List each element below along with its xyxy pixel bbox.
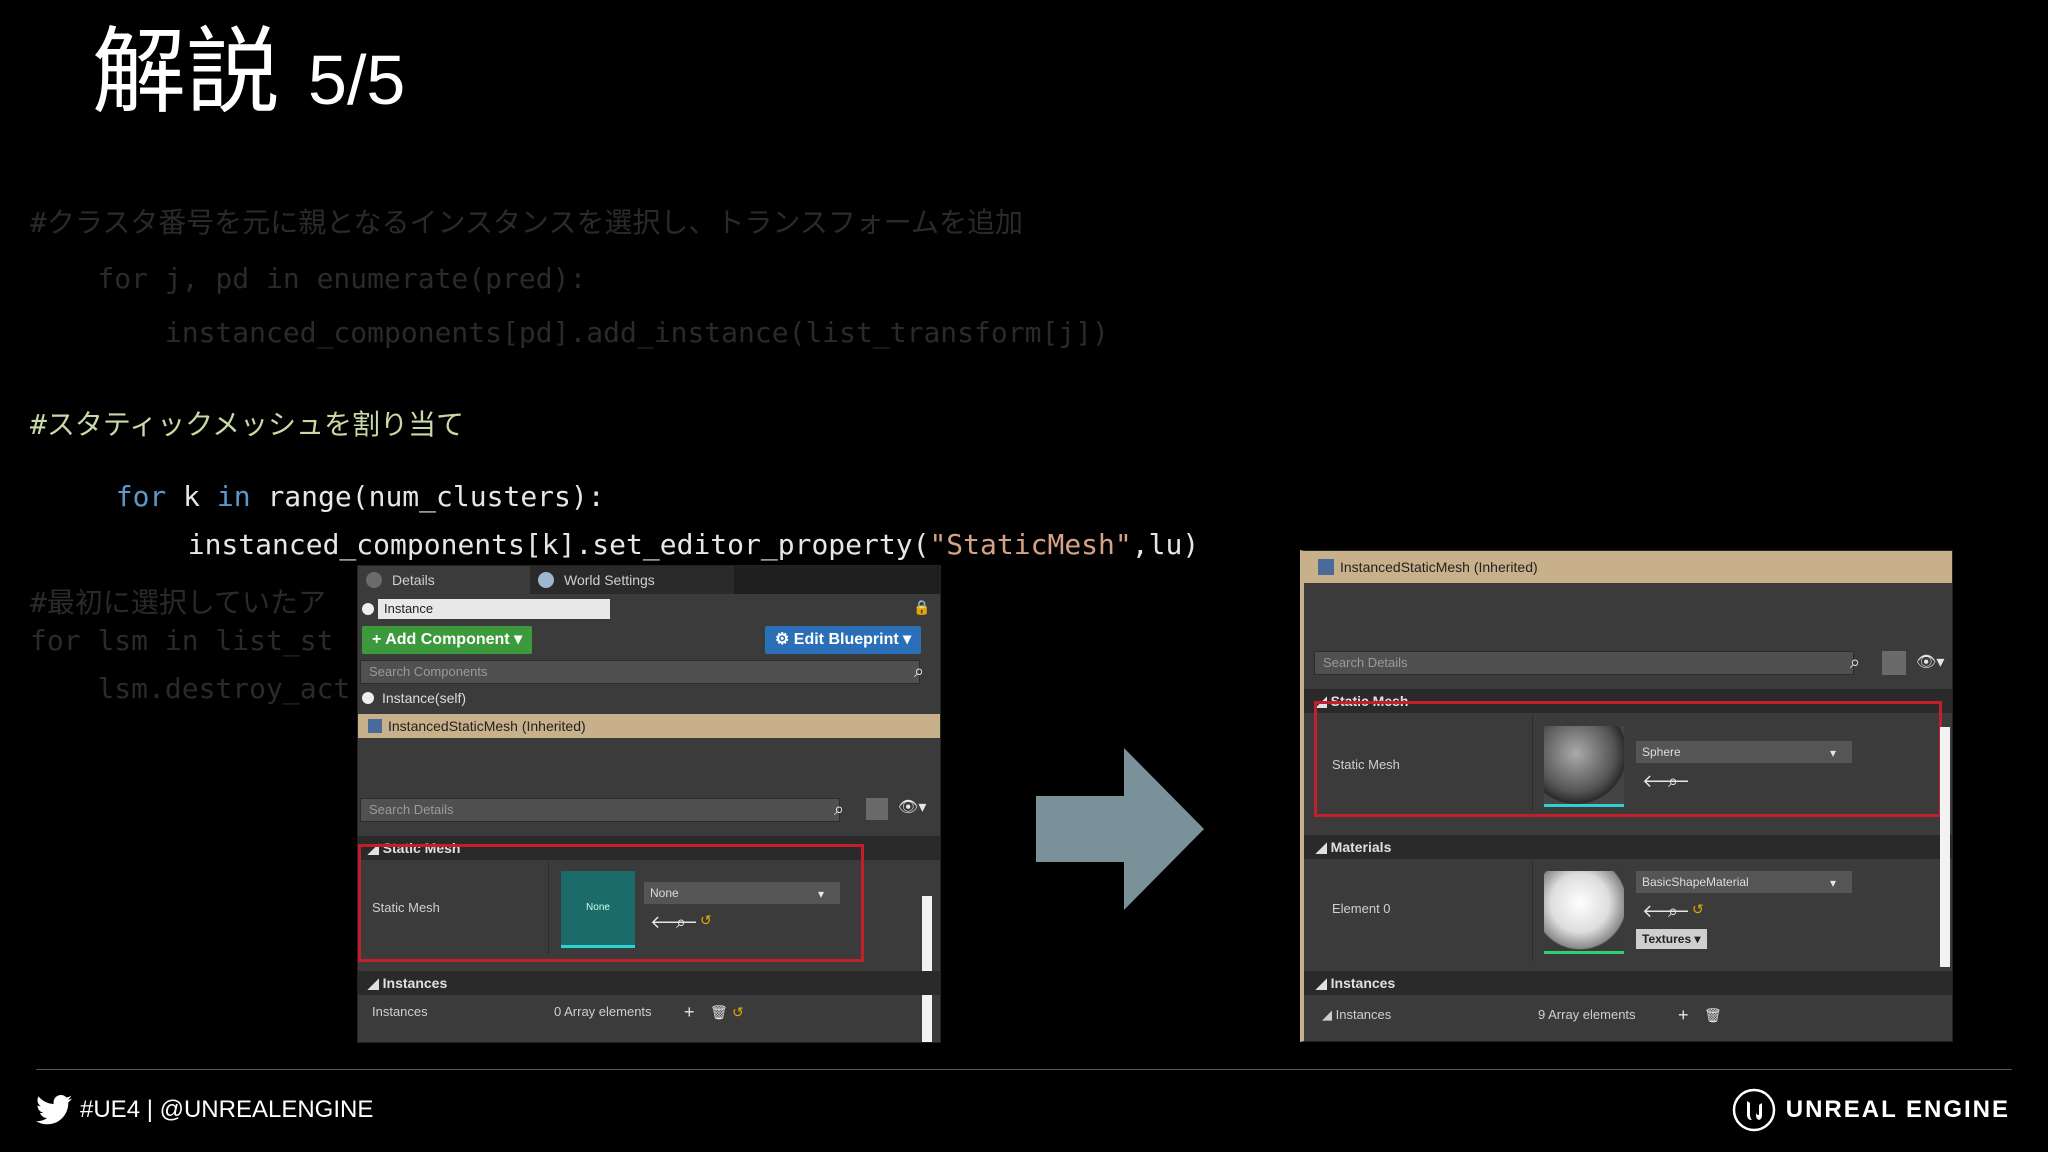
instances-label-after[interactable]: ◢ Instances [1304, 1003, 1482, 1027]
material-dropdown[interactable]: BasicShapeMaterial [1636, 871, 1852, 893]
component-row-ism[interactable]: InstancedStaticMesh (Inherited) [358, 714, 940, 738]
mesh-component-icon [368, 719, 382, 733]
material-reset-icon[interactable]: ↺ [1692, 899, 1704, 919]
code-call-suffix: ,lu) [1131, 528, 1200, 561]
footer-divider [36, 1069, 2012, 1070]
footer-brand: UNREAL ENGINE [1732, 1088, 2010, 1132]
grid-view-icon[interactable] [866, 798, 888, 820]
material-dropdown-chevron-icon[interactable]: ▾ [1830, 873, 1836, 893]
material-thumbnail-underline [1544, 951, 1624, 954]
twitter-bird-icon [36, 1095, 72, 1125]
highlight-box-static-mesh [358, 844, 864, 962]
trash-icon-after[interactable]: 🗑 [1704, 1005, 1722, 1025]
search-icon[interactable]: ⌕ [914, 661, 924, 681]
add-element-icon[interactable]: + [684, 1002, 695, 1022]
title-japanese: 解説 [92, 18, 281, 127]
details-panel-before: Details World Settings Instance 🔒 + Add … [357, 565, 941, 1043]
tab-world-settings[interactable]: World Settings [530, 566, 734, 594]
unreal-engine-logo-icon [1732, 1088, 1775, 1132]
search-details-input[interactable]: Search Details [360, 798, 840, 822]
instances-array-count-after: 9 Array elements [1538, 1007, 1636, 1022]
code-faded-bottom-3: lsm.destroy_act [30, 672, 351, 705]
code-comment-assign-mesh: #スタティックメッシュを割り当て [30, 408, 465, 441]
code-faded-line-1: #クラスタ番号を元に親となるインスタンスを選択し、トランスフォームを追加 [30, 206, 1023, 239]
reset-instances-icon[interactable]: ↺ [732, 1002, 744, 1022]
footer-brand-text: UNREAL ENGINE [1785, 1096, 2010, 1123]
eye-icon-after[interactable]: 👁▾ [1916, 653, 1944, 673]
instances-array-count: 0 Array elements [554, 1004, 652, 1019]
tab-details-label: Details [392, 572, 435, 588]
globe-icon [538, 572, 554, 588]
lock-icon[interactable]: 🔒 [913, 597, 930, 617]
instance-self-label: Instance(self) [382, 690, 467, 706]
search-details-input-after[interactable]: Search Details [1314, 651, 1854, 675]
search-components-input[interactable]: Search Components [360, 660, 920, 684]
actor-icon [362, 603, 374, 615]
details-tab-icon [366, 572, 382, 588]
add-component-button[interactable]: + Add Component ▾ [362, 626, 533, 654]
ism-inherited-label: InstancedStaticMesh (Inherited) [388, 718, 586, 734]
add-element-icon-after[interactable]: + [1678, 1005, 1689, 1025]
instance-name-field[interactable]: Instance [378, 599, 610, 619]
slide-title: 解説 5/5 [92, 18, 405, 128]
scrollbar-after[interactable] [1940, 727, 1950, 967]
column-divider-materials [1532, 861, 1533, 961]
search-details-icon-after[interactable]: ⌕ [1850, 652, 1860, 672]
code-faded-line-2: for j, pd in enumerate(pred): [30, 262, 587, 295]
arrow-right-icon [1036, 748, 1204, 910]
arrow-shape [1036, 748, 1204, 910]
material-thumbnail[interactable] [1544, 871, 1624, 951]
component-row-ism-after[interactable]: InstancedStaticMesh (Inherited) [1304, 551, 1952, 583]
search-details-icon[interactable]: ⌕ [834, 799, 844, 819]
tab-world-label: World Settings [564, 572, 655, 588]
instances-label: Instances [372, 1004, 428, 1019]
code-faded-bottom-1: #最初に選択していたア [30, 586, 327, 619]
code-faded-line-3: instanced_components[pd].add_instance(li… [30, 316, 1109, 349]
code-call-prefix: instanced_components[k].set_editor_prope… [187, 528, 930, 561]
instances-section-header[interactable]: ◢ Instances [358, 971, 940, 995]
code-string-staticmesh: "StaticMesh" [929, 528, 1132, 561]
mesh-component-icon-after [1318, 559, 1334, 575]
eye-icon[interactable]: 👁▾ [898, 798, 926, 818]
title-page-number: 5/5 [308, 41, 406, 119]
footer-social: #UE4 | @UNREALENGINE [36, 1090, 373, 1130]
details-panel-after: InstancedStaticMesh (Inherited) Search D… [1300, 550, 1953, 1042]
actor-self-icon [362, 692, 374, 704]
instances-section-header-after[interactable]: ◢ Instances [1304, 971, 1952, 995]
trash-icon[interactable]: 🗑 [710, 1002, 728, 1022]
materials-section-header[interactable]: ◢ Materials [1304, 835, 1952, 859]
material-use-selected-icon[interactable]: 🡐 [1642, 901, 1690, 921]
element-0-label: Element 0 [1332, 901, 1391, 916]
ism-inherited-label-after: InstancedStaticMesh (Inherited) [1340, 559, 1538, 575]
highlight-box-static-mesh-after [1314, 701, 1942, 817]
code-faded-bottom-2: for lsm in list_st [30, 624, 334, 657]
edit-blueprint-button[interactable]: ⚙ Edit Blueprint ▾ [765, 626, 922, 654]
textures-button[interactable]: Textures ▾ [1636, 929, 1707, 949]
footer-hashtag-text: #UE4 | @UNREALENGINE [80, 1096, 374, 1123]
scrollbar[interactable] [922, 896, 932, 1042]
component-row-self[interactable]: Instance(self) [358, 686, 940, 710]
material-browse-icon[interactable]: ⌕ [1668, 901, 1678, 921]
grid-view-icon-after[interactable] [1882, 651, 1906, 675]
code-set-property-line: instanced_components[k].set_editor_prope… [154, 494, 1199, 562]
